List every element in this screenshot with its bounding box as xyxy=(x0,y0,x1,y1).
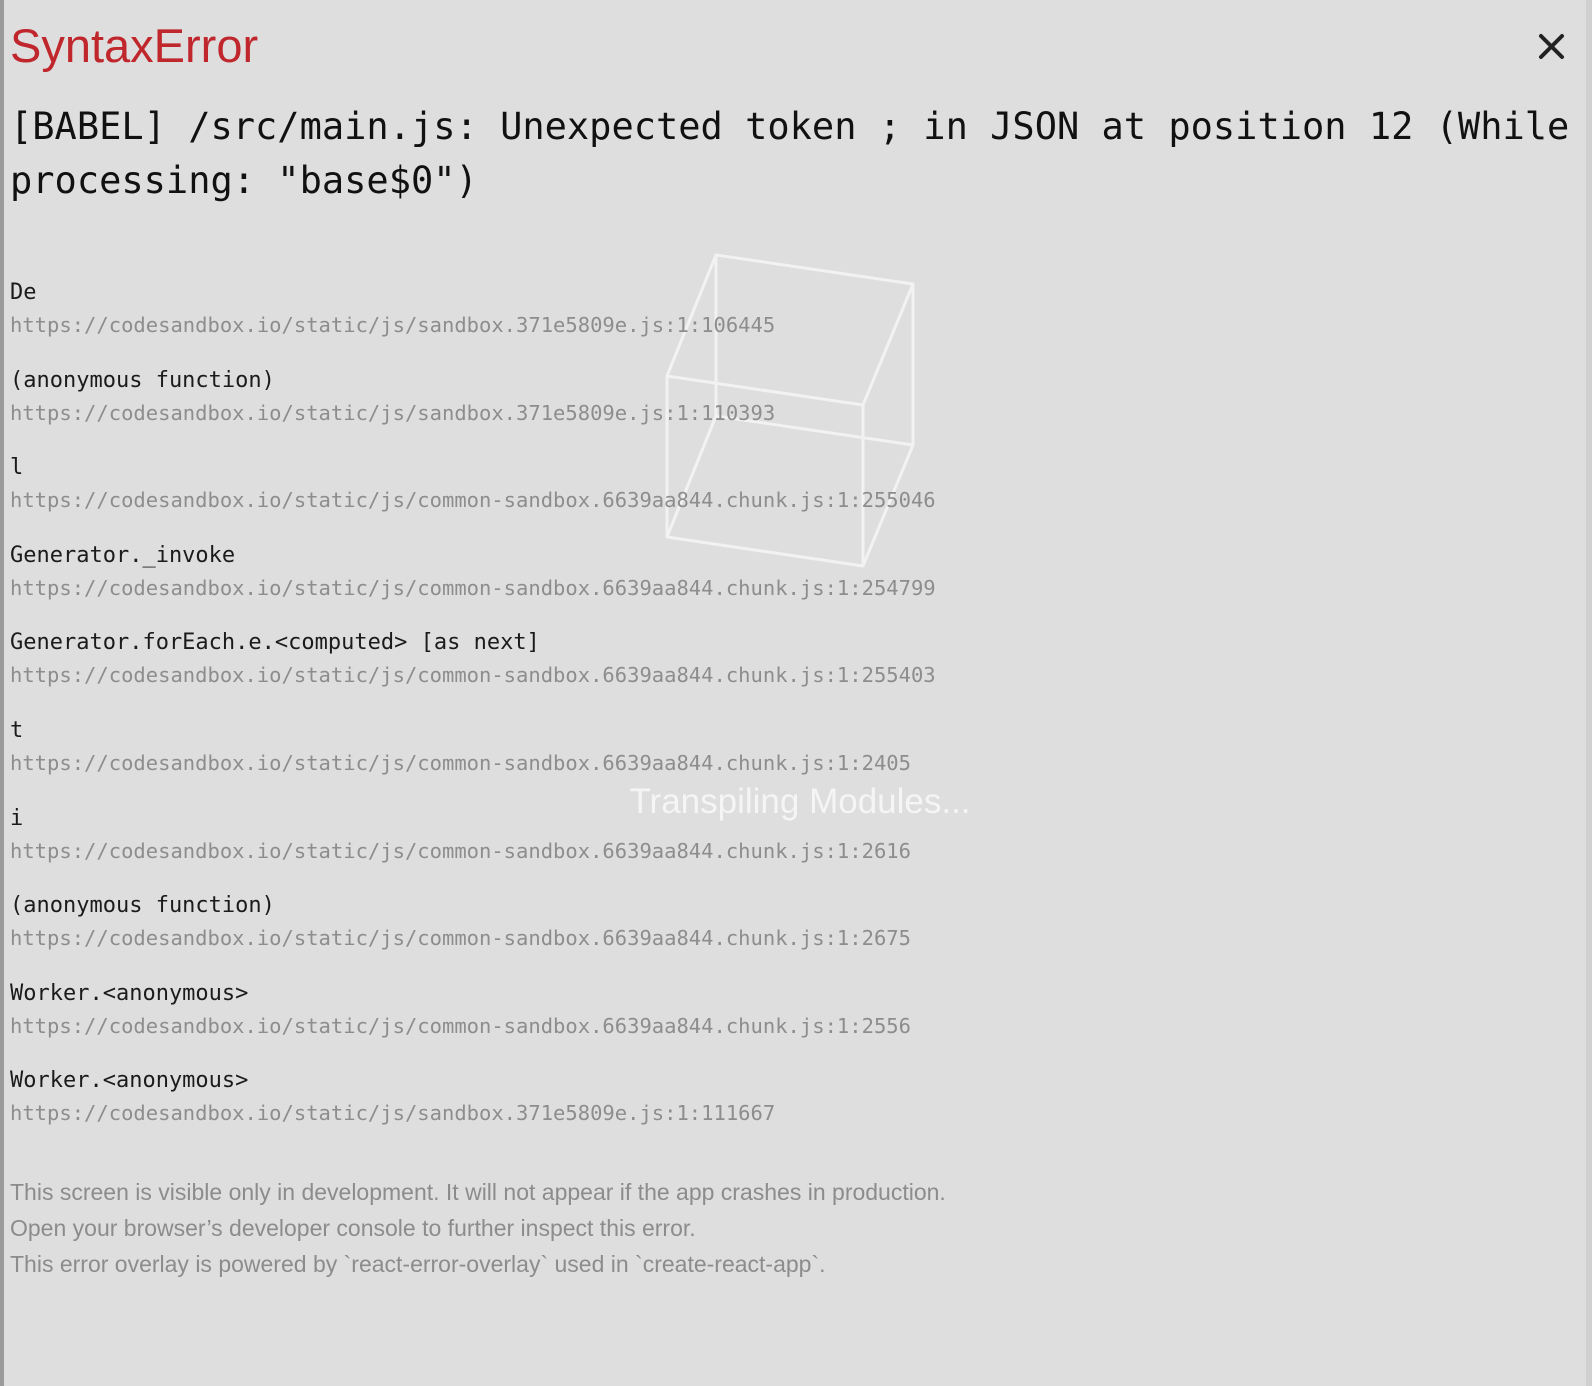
stack-frame: (anonymous function) https://codesandbox… xyxy=(10,366,1510,454)
stack-frame: Generator._invoke https://codesandbox.io… xyxy=(10,541,1510,629)
frame-function: Worker.<anonymous> xyxy=(10,1068,249,1094)
footer-line: Open your browser’s developer console to… xyxy=(10,1215,696,1241)
frame-function: (anonymous function) xyxy=(10,367,275,393)
frame-function: De xyxy=(10,280,37,305)
stack-frame: Worker.<anonymous> https://codesandbox.i… xyxy=(10,1066,1510,1154)
frame-function: i xyxy=(10,805,24,831)
stack-frame: Worker.<anonymous> https://codesandbox.i… xyxy=(10,979,1510,1067)
frame-function: Generator.forEach.e.<computed> [as next] xyxy=(10,630,540,656)
frame-function: Worker.<anonymous> xyxy=(10,980,249,1006)
frame-location-link[interactable]: https://codesandbox.io/static/js/common-… xyxy=(10,571,1510,605)
footer-line: This screen is visible only in developme… xyxy=(10,1179,946,1205)
stack-frame: De https://codesandbox.io/static/js/sand… xyxy=(10,278,1510,366)
frame-location-link[interactable]: https://codesandbox.io/static/js/sandbox… xyxy=(10,396,1510,430)
frame-function: Generator._invoke xyxy=(10,542,236,568)
stack-frame: t https://codesandbox.io/static/js/commo… xyxy=(10,716,1510,804)
stack-frame: Generator.forEach.e.<computed> [as next]… xyxy=(10,628,1510,716)
frame-function: (anonymous function) xyxy=(10,893,275,919)
error-overlay: SyntaxError [BABEL] /src/main.js: Unexpe… xyxy=(0,0,1592,1386)
stack-frame: l https://codesandbox.io/static/js/commo… xyxy=(10,453,1510,541)
close-icon xyxy=(1539,34,1564,59)
frame-function: t xyxy=(10,717,24,743)
frame-function: l xyxy=(10,455,24,481)
stack-frame: i https://codesandbox.io/static/js/commo… xyxy=(10,804,1510,892)
frame-location-link[interactable]: https://codesandbox.io/static/js/common-… xyxy=(10,658,1510,692)
frame-location-link[interactable]: https://codesandbox.io/static/js/common-… xyxy=(10,1009,1510,1043)
close-button[interactable] xyxy=(1530,24,1576,70)
error-title: SyntaxError xyxy=(10,19,259,72)
footer-line: This error overlay is powered by `react-… xyxy=(10,1251,826,1277)
frame-location-link[interactable]: https://codesandbox.io/static/js/common-… xyxy=(10,921,1510,955)
stack-frame: (anonymous function) https://codesandbox… xyxy=(10,891,1510,979)
frame-location-link[interactable]: https://codesandbox.io/static/js/sandbox… xyxy=(10,308,1510,342)
error-message: [BABEL] /src/main.js: Unexpected token ;… xyxy=(10,105,1592,202)
frame-location-link[interactable]: https://codesandbox.io/static/js/common-… xyxy=(10,746,1510,780)
frame-location-link[interactable]: https://codesandbox.io/static/js/sandbox… xyxy=(10,1096,1510,1130)
stack-trace: De https://codesandbox.io/static/js/sand… xyxy=(10,278,1510,1154)
frame-location-link[interactable]: https://codesandbox.io/static/js/common-… xyxy=(10,483,1510,517)
frame-location-link[interactable]: https://codesandbox.io/static/js/common-… xyxy=(10,834,1510,868)
footer-note: This screen is visible only in developme… xyxy=(10,1174,1210,1282)
